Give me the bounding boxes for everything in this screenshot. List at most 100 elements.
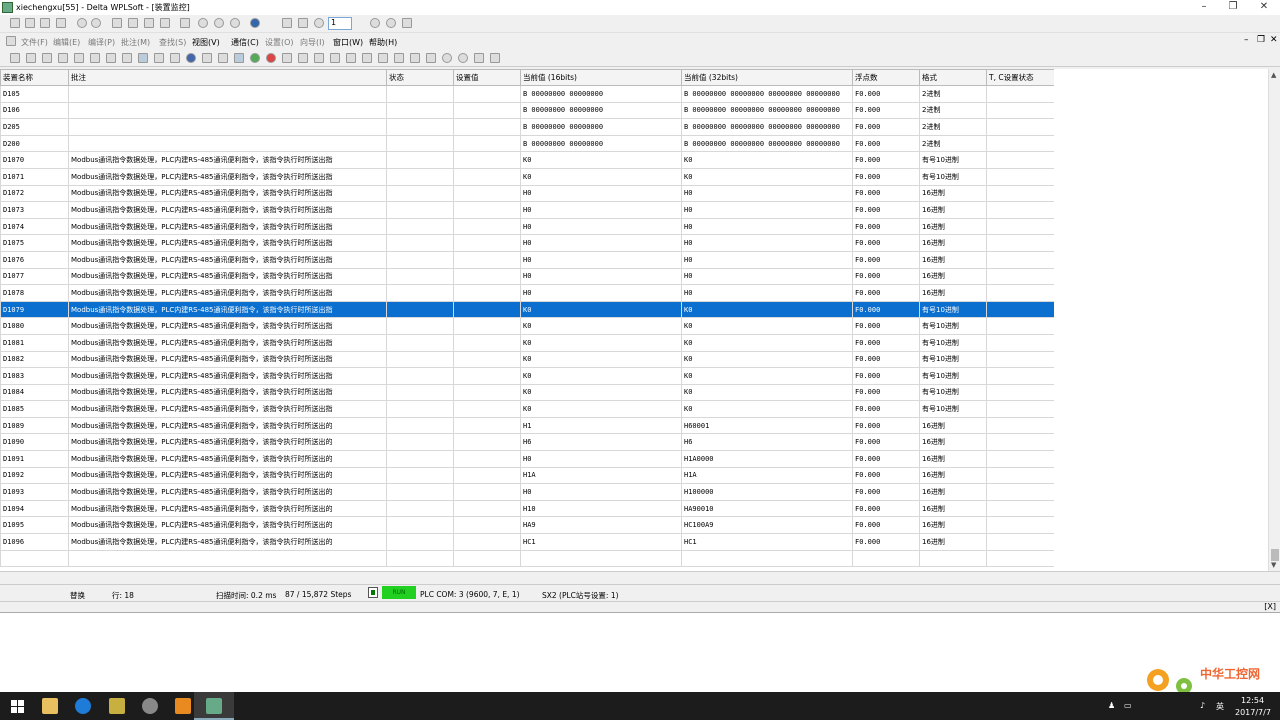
table-cell[interactable]: Modbus通讯指令数据处理，PLC内建RS-485通讯便利指令，该指令执行时所… [68, 516, 387, 535]
table-cell[interactable]: K0 [520, 333, 682, 352]
coil-icon[interactable] [378, 53, 388, 63]
device-icon[interactable] [58, 53, 68, 63]
table-cell[interactable]: F0.000 [852, 201, 920, 219]
table-cell[interactable]: F0.000 [852, 483, 920, 501]
table-row[interactable]: D1074 Modbus通讯指令数据处理，PLC内建RS-485通讯便利指令，该指… [0, 217, 1054, 236]
table-cell[interactable]: F0.000 [852, 250, 920, 269]
table-cell[interactable]: 16进制 [919, 234, 987, 252]
table-cell[interactable]: D1071 [0, 167, 69, 186]
mdi-close-button[interactable]: ✕ [1270, 35, 1278, 45]
table-cell[interactable] [453, 333, 521, 352]
table-cell[interactable]: H0 [520, 450, 682, 468]
table-row[interactable]: D1072 Modbus通讯指令数据处理，PLC内建RS-485通讯便利指令，该指… [0, 184, 1054, 203]
comment-icon[interactable] [122, 53, 132, 63]
table-cell[interactable]: H60001 [681, 416, 853, 435]
table-cell[interactable]: H6 [681, 433, 853, 452]
table-cell[interactable] [386, 400, 454, 418]
table-cell[interactable] [453, 85, 521, 103]
clock-time[interactable]: 12:54 [1241, 696, 1264, 705]
table-cell[interactable]: K0 [520, 400, 682, 418]
table-cell[interactable]: D1096 [0, 533, 69, 551]
table-cell[interactable] [681, 549, 853, 568]
table-cell[interactable] [986, 134, 1054, 153]
table-row[interactable]: D1079 Modbus通讯指令数据处理，PLC内建RS-485通讯便利指令，该指… [0, 300, 1054, 319]
menu-wizard[interactable]: 向导(I) [300, 37, 325, 48]
table-cell[interactable]: K0 [681, 300, 853, 319]
table-cell[interactable]: H0 [520, 284, 682, 302]
menu-settings[interactable]: 设置(O) [265, 37, 294, 48]
table-cell[interactable]: F0.000 [852, 450, 920, 468]
table-cell[interactable] [386, 217, 454, 236]
table-cell[interactable]: F0.000 [852, 383, 920, 402]
refresh-icon[interactable] [180, 18, 190, 28]
table-cell[interactable] [68, 118, 387, 136]
edge-browser-icon[interactable] [75, 698, 91, 714]
tray-network-icon[interactable]: ▭ [1124, 701, 1132, 710]
table-cell[interactable] [386, 167, 454, 186]
device-monitor-icon[interactable] [234, 53, 244, 63]
table-cell[interactable] [453, 217, 521, 236]
table-cell[interactable] [453, 450, 521, 468]
replace-icon[interactable] [474, 53, 484, 63]
windows-start-icon[interactable] [11, 700, 24, 713]
tray-volume-icon[interactable]: ♪ [1200, 701, 1205, 710]
table-row[interactable]: D1071 Modbus通讯指令数据处理，PLC内建RS-485通讯便利指令，该指… [0, 167, 1054, 186]
table-cell[interactable]: H6 [520, 433, 682, 452]
table-cell[interactable]: B 00000000 00000000 00000000 00000000 [681, 101, 853, 120]
table-cell[interactable]: F0.000 [852, 167, 920, 186]
table-cell[interactable]: D1084 [0, 383, 69, 402]
paste-icon[interactable] [144, 18, 154, 28]
table-cell[interactable] [986, 284, 1054, 302]
table-cell[interactable] [986, 516, 1054, 535]
orange-app-icon[interactable] [175, 698, 191, 714]
table-cell[interactable]: 16进制 [919, 466, 987, 485]
table-row[interactable]: D1080 Modbus通讯指令数据处理，PLC内建RS-485通讯便利指令，该指… [0, 317, 1054, 335]
table-row[interactable]: D1089 Modbus通讯指令数据处理，PLC内建RS-485通讯便利指令，该指… [0, 416, 1054, 435]
table-cell[interactable] [453, 499, 521, 518]
table-cell[interactable]: Modbus通讯指令数据处理，PLC内建RS-485通讯便利指令，该指令执行时所… [68, 416, 387, 435]
table-cell[interactable]: Modbus通讯指令数据处理，PLC内建RS-485通讯便利指令，该指令执行时所… [68, 400, 387, 418]
table-row[interactable]: D1090 Modbus通讯指令数据处理，PLC内建RS-485通讯便利指令，该指… [0, 433, 1054, 452]
table-cell[interactable]: F0.000 [852, 151, 920, 169]
maximize-button[interactable]: ❐ [1226, 1, 1240, 13]
table-cell[interactable] [453, 317, 521, 335]
file-explorer-icon[interactable] [42, 698, 58, 714]
table-row[interactable] [0, 549, 1054, 568]
table-cell[interactable]: F0.000 [852, 367, 920, 385]
menu-compile[interactable]: 编译(P) [88, 37, 115, 48]
table-cell[interactable]: K0 [520, 300, 682, 319]
table-cell[interactable]: D1078 [0, 284, 69, 302]
table-cell[interactable] [986, 118, 1054, 136]
table-cell[interactable]: K0 [681, 350, 853, 369]
table-cell[interactable]: H0 [681, 217, 853, 236]
table-cell[interactable] [986, 201, 1054, 219]
table-cell[interactable] [520, 549, 682, 568]
download-icon[interactable] [170, 53, 180, 63]
column-header[interactable]: 格式 [919, 69, 987, 86]
table-cell[interactable]: H0 [681, 250, 853, 269]
table-cell[interactable] [986, 184, 1054, 203]
table-row[interactable]: D1081 Modbus通讯指令数据处理，PLC内建RS-485通讯便利指令，该指… [0, 333, 1054, 352]
table-cell[interactable]: Modbus通讯指令数据处理，PLC内建RS-485通讯便利指令，该指令执行时所… [68, 201, 387, 219]
menu-comment[interactable]: 批注(M) [121, 37, 150, 48]
contact-icon[interactable] [282, 53, 292, 63]
table-cell[interactable] [453, 367, 521, 385]
table-cell[interactable] [453, 516, 521, 535]
column-header[interactable]: 批注 [68, 69, 387, 86]
table-cell[interactable] [386, 516, 454, 535]
table-cell[interactable]: F0.000 [852, 533, 920, 551]
scroll-thumb[interactable] [1271, 549, 1279, 561]
table-cell[interactable]: D105 [0, 85, 69, 103]
table-cell[interactable] [453, 466, 521, 485]
table-cell[interactable]: B 00000000 00000000 [520, 118, 682, 136]
menu-file[interactable]: 文件(F) [21, 37, 48, 48]
table-cell[interactable] [386, 284, 454, 302]
table-cell[interactable]: HC1 [681, 533, 853, 551]
search-next-icon[interactable] [458, 53, 468, 63]
table-cell[interactable] [986, 101, 1054, 120]
table-row[interactable]: D1094 Modbus通讯指令数据处理，PLC内建RS-485通讯便利指令，该指… [0, 499, 1054, 518]
table-cell[interactable]: Modbus通讯指令数据处理，PLC内建RS-485通讯便利指令，该指令执行时所… [68, 317, 387, 335]
save-icon[interactable] [40, 18, 50, 28]
table-cell[interactable]: H1 [520, 416, 682, 435]
table-cell[interactable] [453, 400, 521, 418]
